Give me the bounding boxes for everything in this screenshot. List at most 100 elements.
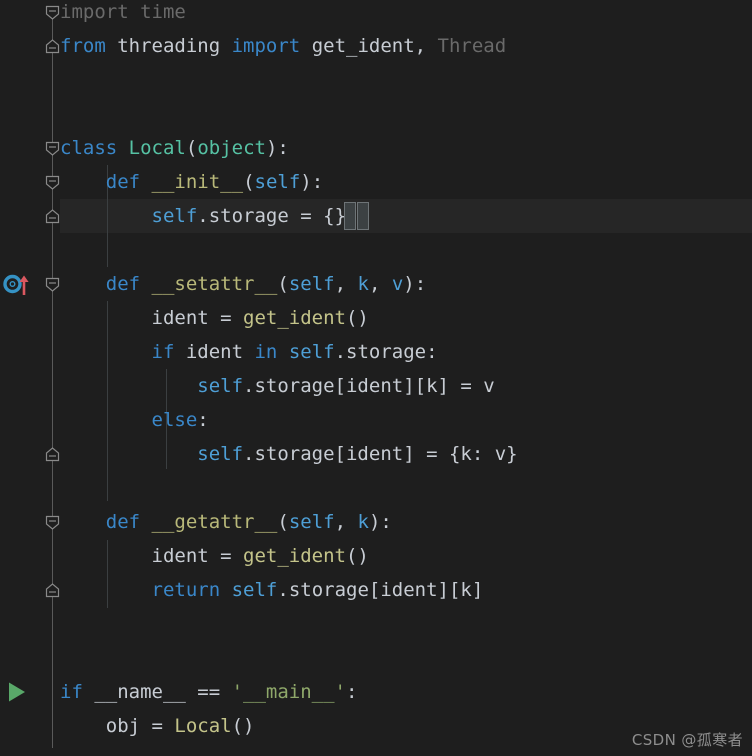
code-line[interactable]: if ident in self.storage: [60, 335, 438, 369]
code-token: def [105, 171, 141, 193]
code-token: self [197, 375, 244, 397]
code-line[interactable]: def __init__(self): [60, 165, 323, 199]
code-editor[interactable]: import time from threading import get_id… [0, 0, 752, 756]
code-line[interactable]: from threading import get_ident, Thread [60, 29, 506, 63]
code-line[interactable]: def __setattr__(self, k, v): [60, 267, 426, 301]
code-token: , [334, 511, 358, 533]
code-token: Local [128, 137, 186, 159]
code-token: {} [323, 205, 347, 227]
code-token: Thread [437, 35, 507, 57]
code-token: : [197, 409, 209, 431]
code-token: ( [277, 511, 289, 533]
code-token: self [151, 205, 198, 227]
code-token: ident [174, 341, 255, 363]
code-token: '__main__' [231, 681, 346, 703]
code-token: class [60, 137, 118, 159]
code-token: ): [265, 137, 289, 159]
code-token: () [345, 545, 369, 567]
code-token: return [151, 579, 221, 601]
code-line[interactable]: if __name__ == '__main__': [60, 675, 357, 709]
code-token: get_ident, [300, 35, 438, 57]
override-method-icon[interactable] [3, 270, 33, 303]
code-token: .storage: [334, 341, 438, 363]
code-token: k [357, 511, 369, 533]
watermark-text: CSDN @孤寒者 [631, 731, 743, 749]
code-token: get_ident [243, 545, 346, 567]
code-token: if [60, 681, 83, 703]
code-token: ): [403, 273, 427, 295]
code-token: () [231, 715, 255, 737]
code-token: self [288, 341, 335, 363]
code-line[interactable]: self.storage = {} [60, 199, 347, 233]
code-token: ident = [60, 307, 244, 329]
code-token: def [105, 511, 141, 533]
code-token: .storage[ident][k] [277, 579, 484, 601]
code-token: import [231, 35, 301, 57]
code-token: ( [185, 137, 198, 159]
code-line[interactable]: return self.storage[ident][k] [60, 573, 484, 607]
code-line[interactable]: def __getattr__(self, k): [60, 505, 392, 539]
code-token: else [151, 409, 198, 431]
code-token: k [357, 273, 369, 295]
code-token: threading [105, 35, 232, 57]
code-token: def [105, 273, 141, 295]
code-token: () [345, 307, 369, 329]
code-line[interactable]: import time [60, 0, 186, 29]
code-token: , [334, 273, 358, 295]
code-token: __setattr__ [151, 273, 278, 295]
code-line[interactable]: class Local(object): [60, 131, 289, 165]
code-token: from [60, 35, 106, 57]
code-token: ident = [60, 545, 244, 567]
code-token: __name__ == [82, 681, 232, 703]
code-token: .storage = [197, 205, 324, 227]
code-token: get_ident [243, 307, 346, 329]
code-line[interactable]: obj = Local() [60, 709, 255, 743]
code-token: ): [300, 171, 324, 193]
code-token: self [288, 511, 335, 533]
code-token: .storage[ident][k] = v [243, 375, 495, 397]
code-token: self [197, 443, 244, 465]
code-line[interactable]: ident = get_ident() [60, 539, 369, 573]
code-token: __getattr__ [151, 511, 278, 533]
code-token: if [151, 341, 175, 363]
code-token: __init__ [151, 171, 244, 193]
code-line[interactable]: else: [60, 403, 209, 437]
code-line[interactable]: self.storage[ident][k] = v [60, 369, 495, 403]
code-line[interactable]: ident = get_ident() [60, 301, 369, 335]
code-token: import time [60, 1, 186, 23]
code-token: v [391, 273, 404, 295]
code-token: : [346, 681, 358, 703]
code-token: in [254, 341, 278, 363]
code-token: self [254, 171, 301, 193]
code-line[interactable]: self.storage[ident] = {k: v} [60, 437, 518, 471]
code-token: .storage[ident] = {k: v} [243, 443, 518, 465]
code-token: obj = [60, 715, 175, 737]
fold-spine [52, 8, 53, 748]
code-token: self [231, 579, 278, 601]
code-token: Local [174, 715, 232, 737]
code-token: ( [243, 171, 255, 193]
code-token: self [288, 273, 335, 295]
brace-match-highlight-close [357, 202, 369, 230]
editor-gutter[interactable] [0, 0, 60, 756]
code-content[interactable]: import time from threading import get_id… [0, 0, 752, 756]
code-token: ( [277, 273, 289, 295]
run-script-arrow-icon[interactable] [6, 680, 28, 709]
code-token: object [197, 137, 266, 159]
code-token: , [368, 273, 392, 295]
